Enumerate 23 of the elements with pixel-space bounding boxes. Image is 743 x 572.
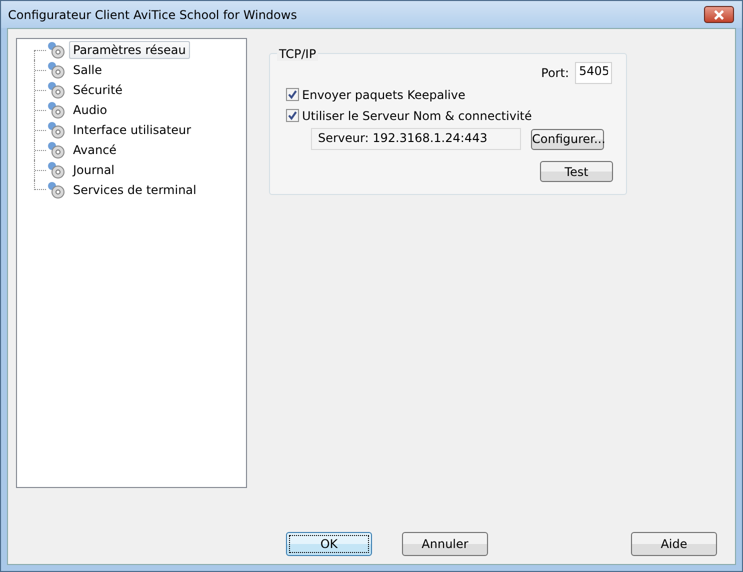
tree-item[interactable]: Services de terminal	[69, 181, 200, 199]
window-title: Configurateur Client AviTice School for Windows	[8, 8, 297, 22]
help-button[interactable]: Aide	[631, 532, 717, 556]
checkbox[interactable]	[286, 109, 299, 122]
configure-button[interactable]: Configurer...	[531, 128, 604, 150]
checkbox-label[interactable]: Utiliser le Serveur Nom & connectivité	[302, 108, 532, 122]
tree-item[interactable]: Journal	[69, 161, 119, 179]
port-label: Port:	[541, 66, 569, 80]
tree-item[interactable]: Audio	[69, 101, 112, 119]
tree-item[interactable]: Paramètres réseau	[69, 41, 190, 59]
test-button[interactable]: Test	[540, 161, 613, 182]
cancel-button[interactable]: Annuler	[402, 532, 488, 556]
server-field: Serveur: 192.3168.1.24:443	[311, 128, 521, 150]
checkbox-label[interactable]: Envoyer paquets Keepalive	[302, 88, 466, 102]
tree-item[interactable]: Interface utilisateur	[69, 121, 196, 139]
close-icon	[713, 10, 725, 20]
checkbox[interactable]	[286, 88, 299, 101]
group-title: TCP/IP	[277, 47, 318, 61]
tree-item[interactable]: Salle	[69, 61, 106, 79]
tree-item[interactable]: Sécurité	[69, 81, 127, 99]
tree-item[interactable]: Avancé	[69, 141, 121, 159]
ok-button[interactable]: OK	[286, 532, 372, 556]
close-button[interactable]	[704, 6, 734, 23]
